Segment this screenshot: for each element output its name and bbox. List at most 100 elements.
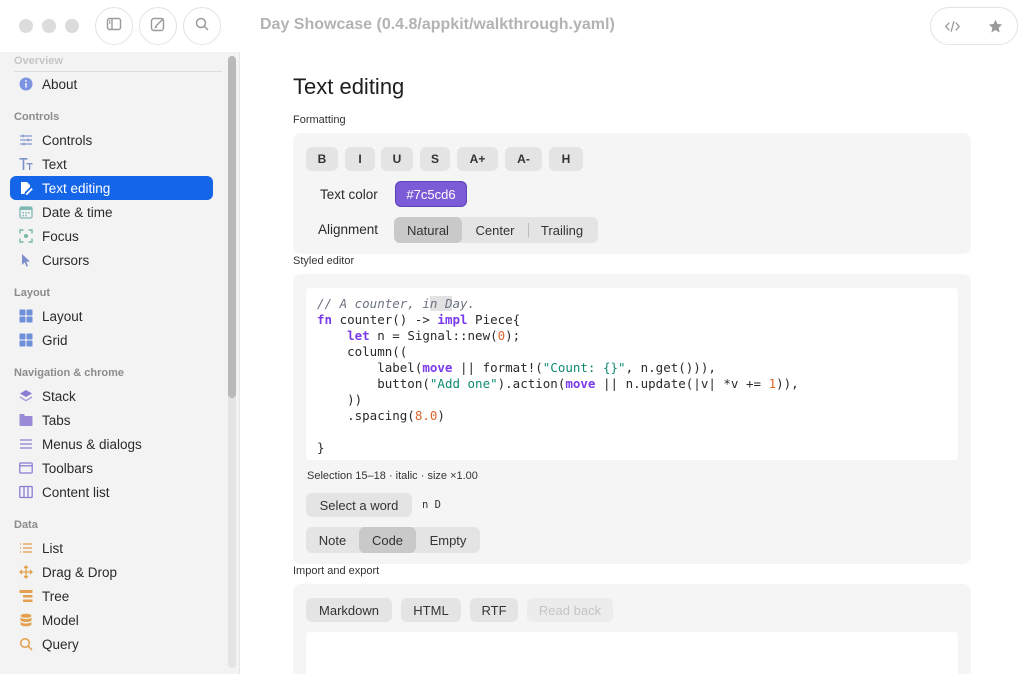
underline-button[interactable]: U	[381, 147, 413, 171]
sidebar-item-label: List	[42, 540, 64, 556]
code-line: column((	[317, 344, 408, 359]
sidebar-item-about[interactable]: About	[10, 72, 213, 96]
sidebar-item-toolbars[interactable]: Toolbars	[10, 456, 213, 480]
code-line: }	[317, 440, 325, 455]
sidebar-item-label: Layout	[42, 308, 83, 324]
formatting-section-label: Formatting	[293, 114, 346, 126]
sidebar-item-menus-dialogs[interactable]: Menus & dialogs	[10, 432, 213, 456]
info-icon	[19, 77, 33, 91]
text-color-label: Text color	[320, 187, 378, 202]
code-line: label(move || format!("Count: {}", n.get…	[317, 360, 716, 375]
decrease-size-button[interactable]: A-	[505, 147, 542, 171]
sidebar-item-layout[interactable]: Layout	[10, 304, 213, 328]
text-icon	[19, 157, 33, 171]
code-line: .spacing(8.0)	[317, 408, 445, 423]
sidebar-item-label: Content list	[42, 484, 110, 500]
mode-code[interactable]: Code	[359, 527, 416, 553]
code-selection: n D	[429, 296, 453, 311]
sidebar-item-label: Focus	[42, 228, 79, 244]
italic-button[interactable]: I	[345, 147, 375, 171]
layout-grid-icon	[19, 309, 33, 323]
cursor-icon	[19, 253, 33, 267]
stack-icon	[19, 389, 33, 403]
compose-icon	[150, 16, 166, 37]
main-content: Text editing Formatting B I U S A+ A- H …	[241, 52, 1024, 674]
star-icon	[988, 19, 1003, 32]
html-button[interactable]: HTML	[401, 598, 461, 622]
sidebar-item-label: Toolbars	[42, 460, 94, 476]
sidebar-group-layout: Layout	[14, 287, 51, 299]
sidebar-item-label: Text	[42, 156, 67, 172]
sidebar-item-label: About	[42, 76, 78, 92]
list-icon	[19, 541, 33, 555]
import-export-editor[interactable]	[306, 632, 958, 674]
styled-editor-panel: // A counter, in Day. fn counter() -> im…	[293, 274, 971, 564]
code-line-comment: // A counter, in Day.	[317, 296, 947, 312]
mode-empty[interactable]: Empty	[416, 527, 480, 553]
read-back-button: Read back	[527, 598, 613, 622]
formatting-panel: B I U S A+ A- H Text color #7c5cd6 Align…	[293, 133, 971, 254]
calendar-icon	[19, 205, 33, 219]
sidebar-toggle-button[interactable]	[95, 7, 133, 45]
sidebar-item-label: Stack	[42, 388, 76, 404]
sidebar-item-model[interactable]: Model	[10, 608, 213, 632]
zoom-window-button[interactable]	[65, 19, 79, 33]
sidebar-icon	[106, 16, 122, 37]
rtf-button[interactable]: RTF	[470, 598, 518, 622]
title-bar: Day Showcase (0.4.8/appkit/walkthrough.y…	[0, 0, 1024, 52]
styled-editor-section-label: Styled editor	[293, 255, 355, 267]
compose-button[interactable]	[139, 7, 177, 45]
alignment-label: Alignment	[318, 222, 379, 237]
sidebar-item-content-list[interactable]: Content list	[10, 480, 213, 504]
search-button[interactable]	[183, 7, 221, 45]
sidebar-item-grid[interactable]: Grid	[10, 328, 213, 352]
sidebar-item-text[interactable]: Text	[10, 152, 213, 176]
sidebar-item-focus[interactable]: Focus	[10, 224, 213, 248]
menu-icon	[19, 437, 33, 451]
markdown-button[interactable]: Markdown	[306, 598, 392, 622]
code-editor[interactable]: // A counter, in Day. fn counter() -> im…	[306, 288, 958, 460]
database-icon	[19, 613, 33, 627]
sidebar-item-drag-drop[interactable]: Drag & Drop	[10, 560, 213, 584]
code-line: let n = Signal::new(0);	[347, 328, 521, 343]
sidebar-item-list[interactable]: List	[10, 536, 213, 560]
selection-status: Selection 15–18 · italic · size ×1.00	[307, 470, 478, 482]
sidebar-item-cursors[interactable]: Cursors	[10, 248, 213, 272]
sidebar-scrollbar-thumb[interactable]	[228, 56, 236, 398]
columns-icon	[19, 485, 33, 499]
magnifier-icon	[19, 637, 33, 651]
bold-button[interactable]: B	[306, 147, 338, 171]
favorite-button[interactable]	[978, 11, 1014, 41]
alignment-trailing[interactable]: Trailing	[529, 217, 595, 243]
close-window-button[interactable]	[19, 19, 33, 33]
sidebar: Overview About Controls Controls Text Te…	[0, 52, 240, 674]
page-title: Text editing	[293, 74, 405, 99]
sidebar-group-navigation: Navigation & chrome	[14, 367, 125, 379]
toolbar-right-group	[930, 7, 1018, 45]
sidebar-item-stack[interactable]: Stack	[10, 384, 213, 408]
increase-size-button[interactable]: A+	[457, 147, 498, 171]
import-export-section-label: Import and export	[293, 565, 380, 577]
sidebar-item-label: Text editing	[42, 180, 111, 196]
sidebar-item-controls[interactable]: Controls	[10, 128, 213, 152]
text-color-picker[interactable]: #7c5cd6	[395, 181, 467, 207]
search-icon	[194, 16, 210, 37]
sidebar-item-tabs[interactable]: Tabs	[10, 408, 213, 432]
app-window: Day Showcase (0.4.8/appkit/walkthrough.y…	[0, 0, 1024, 674]
code-view-button[interactable]	[935, 11, 971, 41]
code-line: button("Add one").action(move || n.updat…	[317, 376, 799, 391]
code-line: ))	[317, 392, 363, 407]
highlight-button[interactable]: H	[549, 147, 583, 171]
alignment-center[interactable]: Center	[462, 217, 528, 243]
alignment-natural[interactable]: Natural	[394, 217, 462, 243]
sidebar-item-query[interactable]: Query	[10, 632, 213, 656]
minimize-window-button[interactable]	[42, 19, 56, 33]
sidebar-item-date-time[interactable]: Date & time	[10, 200, 213, 224]
select-word-button[interactable]: Select a word	[306, 493, 412, 517]
sidebar-item-label: Date & time	[42, 204, 113, 220]
code-icon	[945, 20, 960, 32]
mode-note[interactable]: Note	[306, 527, 359, 553]
strikethrough-button[interactable]: S	[420, 147, 450, 171]
sidebar-item-text-editing[interactable]: Text editing	[10, 176, 213, 200]
sidebar-item-tree[interactable]: Tree	[10, 584, 213, 608]
